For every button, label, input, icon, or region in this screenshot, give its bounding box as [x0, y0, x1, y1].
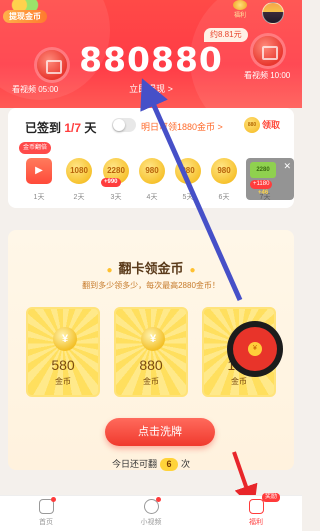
claim-coin-icon: 880: [244, 117, 260, 133]
reminder-toggle[interactable]: [112, 118, 136, 132]
checkin-day-2[interactable]: 1080 2天: [66, 158, 92, 201]
coin-icon: 980: [175, 158, 201, 184]
card-amount: 580: [51, 357, 75, 373]
card-unit: 金币: [55, 377, 71, 386]
flip-card-1[interactable]: ¥ 580 金币: [26, 307, 100, 397]
coin-icon: 980: [211, 158, 237, 184]
close-icon[interactable]: ✕: [283, 161, 291, 172]
tomorrow-reward-link[interactable]: 明日可领1880金币 >: [141, 120, 223, 133]
remaining-count: 6: [160, 458, 178, 471]
card-unit: 金币: [231, 377, 247, 386]
tab-home[interactable]: 首页: [16, 497, 76, 527]
coin-icon: 980: [139, 158, 165, 184]
yuan-coin-icon: ¥: [141, 327, 165, 351]
watch-video-right-label: 看视频 10:00: [244, 71, 291, 80]
day-label: 1天: [33, 194, 45, 201]
tab-flag: 奖励: [262, 493, 281, 502]
welfare-badge[interactable]: 福利: [233, 0, 247, 19]
red-packet-icon: ¥: [233, 327, 277, 371]
coins-icon: [11, 0, 39, 10]
checkin-day-4[interactable]: 980 4天: [139, 158, 165, 201]
watch-video-left-label: 看视频 05:00: [12, 85, 59, 94]
popup-bonus: +46: [258, 190, 269, 196]
reward-popup[interactable]: 2280 ✕ +1180 +46: [246, 158, 294, 200]
tab-label: 首页: [39, 519, 53, 526]
card-unit: 金币: [143, 377, 159, 386]
claim-button[interactable]: 领取: [262, 118, 280, 131]
panel-title: 翻卡领金币: [8, 258, 294, 277]
home-icon: [38, 497, 56, 514]
day-label: 4天: [146, 194, 158, 201]
tv-icon: ▶: [26, 158, 52, 184]
red-packet-float[interactable]: ¥: [227, 321, 283, 377]
checkin-title: 已签到 1/7 天: [25, 121, 97, 135]
tab-label: 小视频: [140, 519, 162, 526]
lantern-icon: [233, 0, 247, 10]
watch-video-bubble-right[interactable]: [253, 36, 283, 66]
tab-welfare[interactable]: 奖励 福利: [226, 493, 286, 527]
bonus-badge: +990: [101, 178, 121, 187]
popup-plus-badge: +1180: [250, 180, 273, 189]
double-coins-tag: 金币翻倍: [19, 142, 52, 154]
day-label: 6天: [218, 194, 230, 201]
tab-short-video[interactable]: 小视频: [121, 497, 181, 527]
gift-icon: [248, 499, 264, 514]
coin-balance-badge[interactable]: 提现金币: [3, 0, 47, 26]
watch-video-bubble-left[interactable]: [37, 50, 67, 80]
checkin-day-3[interactable]: 2280 +990 3天: [101, 158, 129, 201]
badge-label: 提现金币: [3, 10, 47, 23]
checkin-day-5[interactable]: 980 5天: [175, 158, 201, 201]
tab-label: 福利: [249, 519, 263, 526]
remaining-flips: 今日还可翻 6 次: [111, 458, 191, 471]
card-amount: 880: [139, 357, 163, 373]
flip-card-2[interactable]: ¥ 880 金币: [114, 307, 188, 397]
welfare-badge-label: 福利: [233, 13, 246, 19]
yuan-coin-icon: ¥: [53, 327, 77, 351]
day-label: 5天: [182, 194, 194, 201]
bottom-tab-bar: 首页 小视频 奖励 福利: [0, 493, 302, 531]
day-label: 2天: [73, 194, 85, 201]
checkin-day-6[interactable]: 980 6天: [211, 158, 237, 201]
coin-icon: 1080: [66, 158, 92, 184]
panel-subtitle: 翻到多少领多少，每次最高2880金币！: [82, 281, 220, 290]
day-label: 3天: [110, 194, 122, 201]
gift-box-icon: 2280: [250, 162, 276, 178]
avatar[interactable]: [262, 2, 284, 24]
play-icon: [143, 497, 161, 514]
checkin-day-1[interactable]: ▶ 1天: [26, 158, 52, 201]
shuffle-button[interactable]: 点击洗牌: [105, 418, 215, 446]
